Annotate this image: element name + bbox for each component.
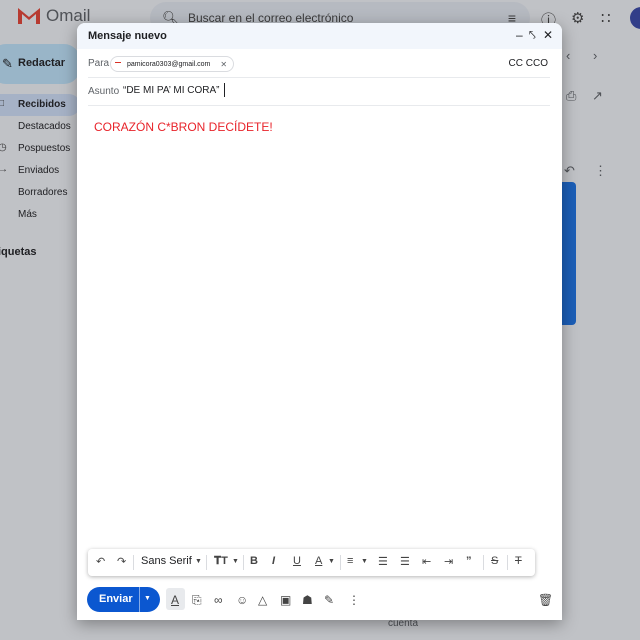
send-options-icon[interactable]: ▼ (144, 595, 151, 602)
chevron-down-icon[interactable]: ▼ (361, 558, 368, 565)
compose-title: Mensaje nuevo (88, 30, 167, 42)
subject-input[interactable]: “DE MI PA’ MI CORA” (123, 85, 219, 96)
undo-icon[interactable]: ↶ (96, 555, 105, 568)
remove-recipient-icon[interactable]: ✕ (220, 60, 227, 69)
signature-icon[interactable]: ✎ (324, 593, 334, 607)
attach-icon[interactable]: ⎘ (192, 593, 202, 608)
recipient-chip[interactable]: pamicora0303@gmail.com ✕ (110, 56, 235, 72)
recipients-row[interactable]: Para pamicora0303@gmail.com ✕ CC CCO (88, 50, 550, 78)
close-icon[interactable]: ✕ (543, 28, 553, 42)
exit-fullscreen-icon[interactable]: ⤣ (529, 28, 536, 43)
numbered-list-icon[interactable]: ☰ (378, 555, 388, 568)
confidential-icon[interactable]: ☗ (302, 593, 313, 607)
italic-icon[interactable]: I (272, 555, 275, 567)
cc-bcc-link[interactable]: CC CCO (509, 58, 548, 69)
bulleted-list-icon[interactable]: ☰ (400, 555, 410, 568)
photo-icon[interactable]: ▣ (280, 593, 291, 607)
font-size-icon[interactable]: 𝐓T (214, 555, 228, 568)
chevron-down-icon[interactable]: ▼ (232, 558, 239, 565)
chevron-down-icon[interactable]: ▼ (195, 558, 202, 565)
drive-icon[interactable]: △ (258, 593, 267, 607)
indent-less-icon[interactable]: ⇤ (422, 555, 431, 568)
underline-icon[interactable]: U (293, 555, 301, 567)
chevron-down-icon[interactable]: ▼ (328, 558, 335, 565)
send-label: Enviar (99, 593, 133, 605)
font-family-select[interactable]: Sans Serif (141, 555, 192, 567)
quote-icon[interactable]: ” (466, 555, 472, 567)
toolbar-divider (206, 555, 207, 570)
more-options-icon[interactable]: ⋮ (348, 593, 360, 607)
toolbar-divider (243, 555, 244, 570)
strikethrough-icon[interactable]: S (491, 555, 498, 567)
emoji-icon[interactable]: ☺ (236, 593, 248, 607)
toolbar-divider (340, 555, 341, 570)
text-color-icon[interactable]: A (315, 555, 322, 567)
trash-icon[interactable]: 🗑︎ (538, 593, 553, 607)
send-button[interactable]: Enviar ▼ (87, 587, 160, 612)
toolbar-divider (507, 555, 508, 570)
redo-icon[interactable]: ↷ (117, 555, 126, 568)
subject-row[interactable]: Asunto “DE MI PA’ MI CORA” (88, 78, 550, 106)
link-icon[interactable]: ∞ (214, 593, 223, 607)
formatting-toolbar: ↶ ↷ Sans Serif ▼ 𝐓T ▼ B I U A ▼ ≡ ▼ ☰ ☰ … (88, 549, 535, 576)
send-divider (139, 587, 140, 612)
subject-label: Asunto (88, 86, 120, 97)
recipient-avatar-icon (115, 62, 121, 66)
to-label: Para (88, 58, 110, 69)
recipient-email: pamicora0303@gmail.com (127, 60, 211, 68)
formatting-options-icon[interactable]: A (171, 593, 179, 607)
message-body[interactable]: CORAZÓN C*BRON DECÍDETE! (94, 120, 273, 134)
toolbar-divider (483, 555, 484, 570)
clear-formatting-icon[interactable]: T (515, 555, 522, 567)
indent-more-icon[interactable]: ⇥ (444, 555, 453, 568)
minimize-icon[interactable]: – (516, 28, 523, 42)
align-icon[interactable]: ≡ (347, 555, 353, 567)
text-cursor (224, 83, 225, 97)
toolbar-divider (133, 555, 134, 570)
bold-icon[interactable]: B (250, 555, 258, 567)
compose-header: Mensaje nuevo – ⤣ ✕ (77, 23, 562, 49)
compose-dialog: Mensaje nuevo – ⤣ ✕ Para pamicora0303@gm… (77, 23, 562, 620)
